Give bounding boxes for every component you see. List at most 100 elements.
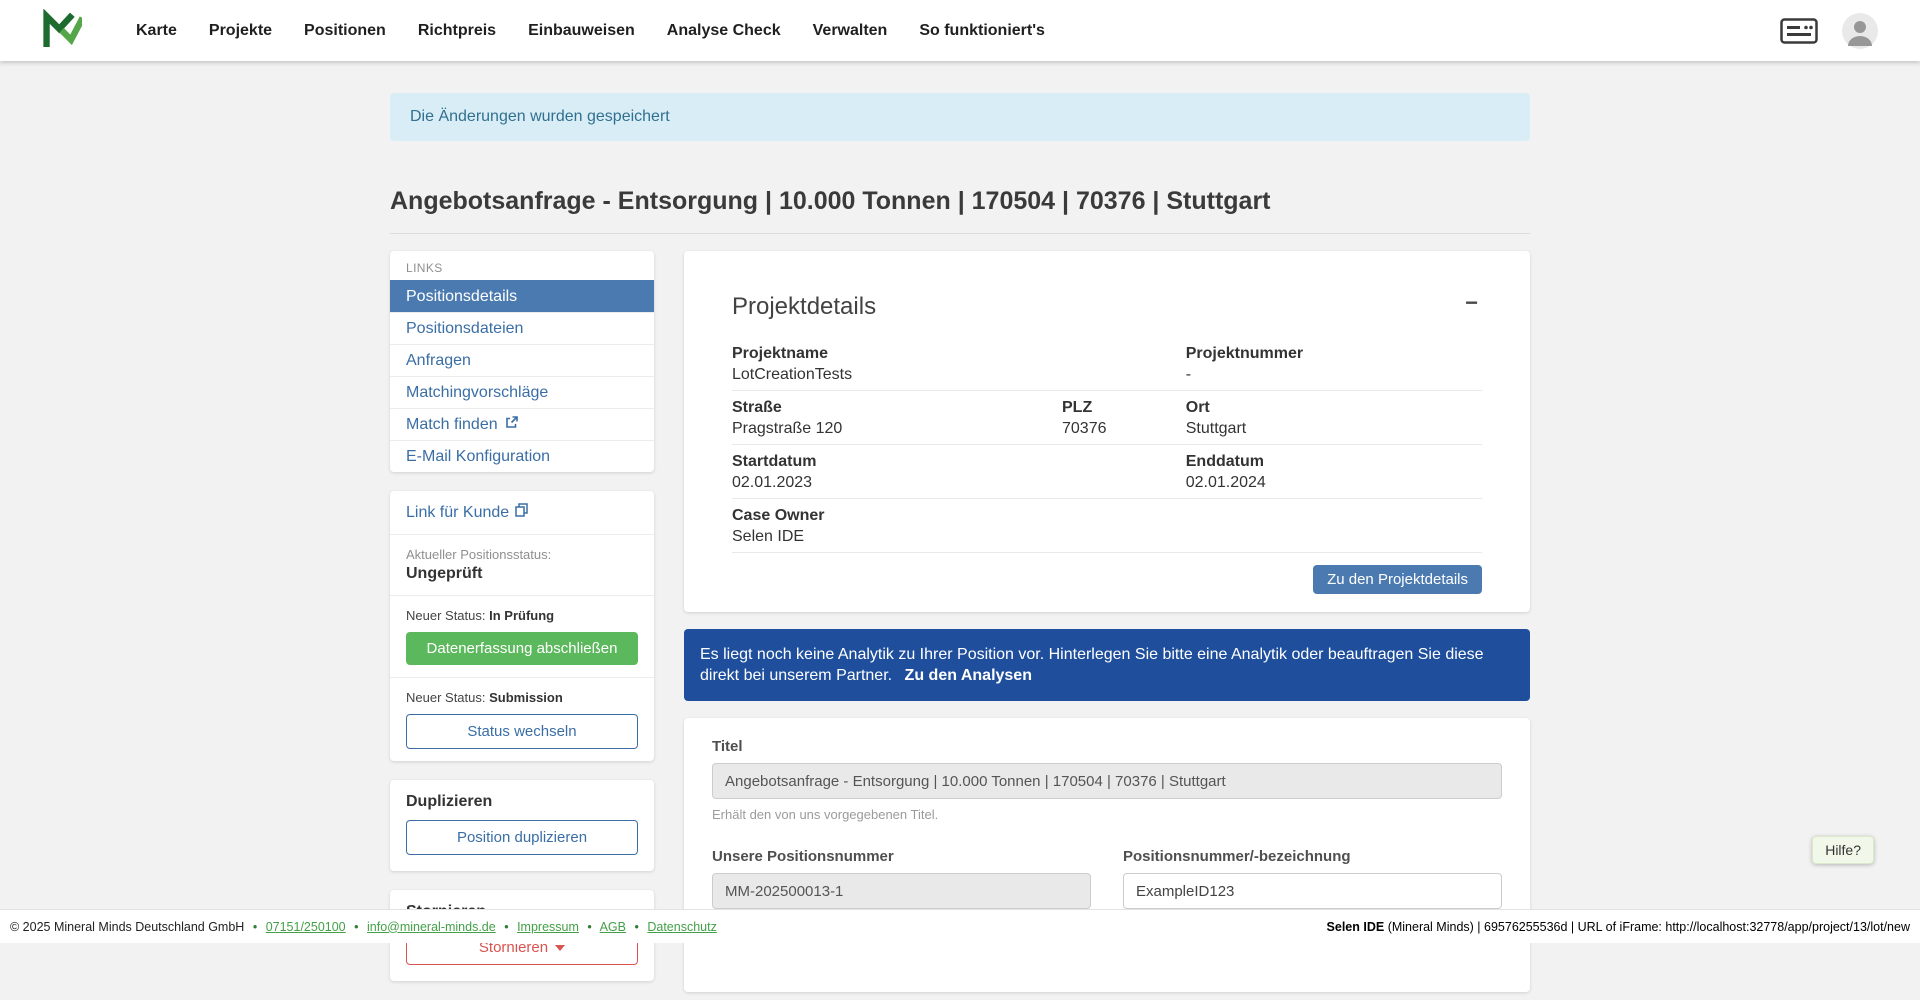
user-avatar[interactable] bbox=[1842, 13, 1878, 49]
card-reader-icon[interactable] bbox=[1780, 18, 1818, 44]
next-status-label: Neuer Status: bbox=[406, 690, 486, 705]
sidebar-item-label: Positionsdetails bbox=[406, 287, 517, 306]
field-value: Pragstraße 120 bbox=[732, 419, 1062, 438]
nav-item-richtpreis[interactable]: Richtpreis bbox=[402, 0, 512, 61]
next-status-value: In Prüfung bbox=[489, 608, 554, 623]
footer-datenschutz-link[interactable]: Datenschutz bbox=[647, 920, 716, 934]
duplicate-position-button[interactable]: Position duplizieren bbox=[406, 820, 638, 855]
to-analyses-link[interactable]: Zu den Analysen bbox=[905, 667, 1032, 684]
footer-separator: • bbox=[504, 920, 508, 934]
sidebar-item-label: Anfragen bbox=[406, 351, 471, 370]
current-status-value: Ungeprüft bbox=[406, 565, 638, 583]
to-project-details-button[interactable]: Zu den Projektdetails bbox=[1313, 565, 1482, 594]
project-row: Case Owner Selen IDE bbox=[732, 499, 1482, 553]
current-status-label: Aktueller Positionsstatus: bbox=[406, 547, 638, 562]
links-header: LINKS bbox=[390, 251, 654, 280]
field-label: Ort bbox=[1186, 398, 1482, 417]
footer-left: © 2025 Mineral Minds Deutschland GmbH • … bbox=[10, 920, 717, 934]
footer-separator: • bbox=[354, 920, 358, 934]
footer-email-link[interactable]: info@mineral-minds.de bbox=[367, 920, 496, 934]
collapse-button[interactable]: − bbox=[1461, 293, 1482, 313]
position-number-input[interactable] bbox=[1123, 873, 1502, 909]
copyright-text: © 2025 Mineral Minds Deutschland GmbH bbox=[10, 920, 244, 934]
our-number-label: Unsere Positionsnummer bbox=[712, 848, 1091, 865]
field-value: LotCreationTests bbox=[732, 365, 1186, 384]
content-layout: LINKS Positionsdetails Positionsdateien … bbox=[390, 251, 1530, 1000]
mineral-minds-logo-icon bbox=[42, 9, 82, 52]
sidebar-item-label: E-Mail Konfiguration bbox=[406, 447, 550, 466]
sidebar-item-positionsdateien[interactable]: Positionsdateien bbox=[390, 312, 654, 344]
field-label: Projektnummer bbox=[1186, 344, 1482, 363]
sidebar-item-positionsdetails[interactable]: Positionsdetails bbox=[390, 280, 654, 312]
footer-agb-link[interactable]: AGB bbox=[600, 920, 626, 934]
links-panel: LINKS Positionsdetails Positionsdateien … bbox=[390, 251, 654, 472]
field-value: - bbox=[1186, 365, 1482, 384]
field-label: Projektname bbox=[732, 344, 1186, 363]
switch-status-button[interactable]: Status wechseln bbox=[406, 714, 638, 749]
field-label: Straße bbox=[732, 398, 1062, 417]
project-row: Projektname LotCreationTests Projektnumm… bbox=[732, 337, 1482, 391]
sidebar-item-matchingvorschlaege[interactable]: Matchingvorschläge bbox=[390, 376, 654, 408]
field-label: Enddatum bbox=[1186, 452, 1482, 471]
banner-text: Es liegt noch keine Analytik zu Ihrer Po… bbox=[700, 646, 1484, 684]
field-value: 02.01.2023 bbox=[732, 473, 1186, 492]
sidebar-item-label: Match finden bbox=[406, 415, 498, 434]
footer-separator: • bbox=[587, 920, 591, 934]
field-label: Startdatum bbox=[732, 452, 1186, 471]
nav-item-analyse-check[interactable]: Analyse Check bbox=[651, 0, 797, 61]
next-status-value: Submission bbox=[489, 690, 563, 705]
brand-logo[interactable] bbox=[42, 9, 82, 52]
field-label: PLZ bbox=[1062, 398, 1186, 417]
project-row: Straße Pragstraße 120 PLZ 70376 Ort Stut… bbox=[732, 391, 1482, 445]
page-container: Die Änderungen wurden gespeichert Angebo… bbox=[390, 93, 1530, 1000]
project-row: Startdatum 02.01.2023 Enddatum 02.01.202… bbox=[732, 445, 1482, 499]
duplicate-heading: Duplizieren bbox=[406, 793, 638, 811]
field-value: 02.01.2024 bbox=[1186, 473, 1482, 492]
position-form-card: Titel Erhält den von uns vorgegebenen Ti… bbox=[684, 718, 1530, 992]
nav-item-verwalten[interactable]: Verwalten bbox=[797, 0, 904, 61]
sidebar-item-match-finden[interactable]: Match finden bbox=[390, 408, 654, 440]
page-title: Angebotsanfrage - Entsorgung | 10.000 To… bbox=[390, 187, 1530, 216]
divider bbox=[390, 233, 1530, 234]
sidebar-item-email-konfiguration[interactable]: E-Mail Konfiguration bbox=[390, 440, 654, 472]
position-number-label: Positionsnummer/-bezeichnung bbox=[1123, 848, 1502, 865]
duplicate-panel: Duplizieren Position duplizieren bbox=[390, 780, 654, 871]
footer-user: Selen IDE bbox=[1327, 920, 1385, 934]
copy-icon bbox=[515, 503, 528, 522]
field-value: Stuttgart bbox=[1186, 419, 1482, 438]
nav-item-projekte[interactable]: Projekte bbox=[193, 0, 288, 61]
nav-item-einbauweisen[interactable]: Einbauweisen bbox=[512, 0, 651, 61]
next-status-label: Neuer Status: bbox=[406, 608, 486, 623]
footer-impressum-link[interactable]: Impressum bbox=[517, 920, 579, 934]
next-status-line: Neuer Status: In Prüfung bbox=[406, 608, 638, 623]
sidebar-item-anfragen[interactable]: Anfragen bbox=[390, 344, 654, 376]
titel-field-group: Titel Erhält den von uns vorgegebenen Ti… bbox=[712, 738, 1502, 822]
field-value: 70376 bbox=[1062, 419, 1186, 438]
footer-phone-link[interactable]: 07151/250100 bbox=[266, 920, 346, 934]
sidebar: LINKS Positionsdetails Positionsdateien … bbox=[390, 251, 654, 1000]
field-value: Selen IDE bbox=[732, 527, 1186, 546]
nav-item-positionen[interactable]: Positionen bbox=[288, 0, 402, 61]
alert-message: Die Änderungen wurden gespeichert bbox=[410, 108, 670, 125]
customer-link[interactable]: Link für Kunde bbox=[406, 503, 528, 522]
help-button[interactable]: Hilfe? bbox=[1812, 836, 1874, 864]
nav-item-karte[interactable]: Karte bbox=[120, 0, 193, 61]
save-success-alert: Die Änderungen wurden gespeichert bbox=[390, 93, 1530, 141]
titel-label: Titel bbox=[712, 738, 1502, 755]
project-fields: Projektname LotCreationTests Projektnumm… bbox=[732, 337, 1482, 553]
project-details-heading: Projektdetails bbox=[732, 293, 876, 321]
project-details-card: Projektdetails − Projektname LotCreation… bbox=[684, 251, 1530, 612]
titel-input bbox=[712, 763, 1502, 799]
complete-data-entry-button[interactable]: Datenerfassung abschließen bbox=[406, 632, 638, 665]
sidebar-item-label: Matchingvorschläge bbox=[406, 383, 548, 402]
sidebar-item-label: Positionsdateien bbox=[406, 319, 523, 338]
nav-item-so-funktionierts[interactable]: So funktioniert's bbox=[903, 0, 1061, 61]
our-number-input bbox=[712, 873, 1091, 909]
next-status-line: Neuer Status: Submission bbox=[406, 690, 638, 705]
main-navigation: Karte Projekte Positionen Richtpreis Ein… bbox=[120, 0, 1061, 61]
footer-session-details: (Mineral Minds) | 69576255536d | URL of … bbox=[1384, 920, 1910, 934]
top-navbar: Karte Projekte Positionen Richtpreis Ein… bbox=[0, 0, 1920, 61]
navbar-right bbox=[1780, 13, 1892, 49]
footer: © 2025 Mineral Minds Deutschland GmbH • … bbox=[0, 909, 1920, 943]
titel-help-text: Erhält den von uns vorgegebenen Titel. bbox=[712, 807, 1502, 822]
